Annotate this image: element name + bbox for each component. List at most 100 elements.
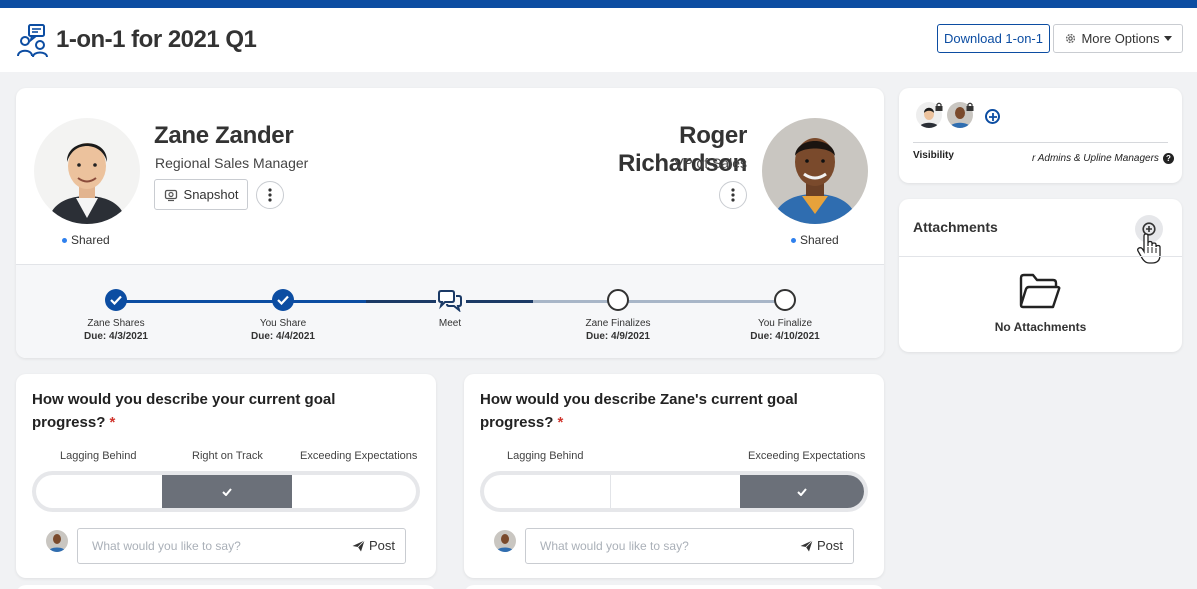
timeline-due: Due: 4/4/2021 [251,331,315,342]
employee-role: Regional Sales Manager [155,155,309,171]
question-card-employee: How would you describe Zane's current go… [464,374,884,578]
timeline-step-you-share [272,289,294,311]
gear-icon [1066,33,1076,44]
employee-shared-status: Shared [62,233,110,247]
help-icon[interactable]: ? [1162,153,1174,164]
commenter-avatar [46,530,68,552]
check-icon [222,487,232,496]
visibility-label: Visibility [913,150,954,161]
page-title: 1-on-1 for 2021 Q1 [56,26,257,53]
question-card-self: How would you describe your current goal… [16,374,436,578]
hand-cursor-icon [1137,233,1161,264]
comment-input[interactable]: What would you like to say? Post [525,528,854,564]
manager-shared-status: Shared [791,233,839,247]
manager-role: VP of Sales [674,155,747,171]
visibility-divider [913,142,1168,143]
timeline-step-you-finalize [774,289,796,311]
timeline-label: You Share [259,318,307,329]
caret-down-icon [1163,35,1172,41]
attachments-card: Attachments No Attachments [899,199,1182,352]
no-attachments-label: No Attachments [994,320,1087,334]
more-options-button[interactable]: More Options [1053,24,1183,53]
rating-option-exceeding[interactable] [292,475,416,508]
timeline-segment [126,300,296,303]
rating-option-label: Lagging Behind [60,450,137,462]
people-chat-icon [17,24,48,58]
timeline-segment [296,300,366,303]
progress-timeline: Zane Shares Due: 4/3/2021 You Share Due:… [16,264,884,358]
rating-selector [32,471,420,512]
check-icon [110,295,122,305]
timeline-label: Zane Shares [87,318,145,329]
rating-option-label: Exceeding Expectations [300,450,418,462]
commenter-avatar [494,530,516,552]
post-label: Post [368,538,395,553]
visibility-card: Visibility r Admins & Upline Managers ? [899,88,1182,183]
question-text: How would you describe your current goal… [32,391,336,431]
rating-option-exceeding[interactable] [740,475,864,508]
timeline-due: Due: 4/9/2021 [586,331,650,342]
snapshot-button[interactable]: Snapshot [154,179,248,210]
check-icon [277,295,289,305]
lock-icon [966,102,974,111]
manager-avatar [762,118,868,224]
add-participant-button[interactable] [985,109,1000,124]
question-text: How would you describe Zane's current go… [480,391,798,431]
required-mark: * [557,414,564,431]
timeline-step-zane-shares [105,289,127,311]
participants-card: Shared Zane Zander Regional Sales Manage… [16,88,884,358]
shared-dot [62,237,67,243]
attachments-title: Attachments [913,219,998,235]
chat-bubbles-icon [438,290,462,312]
folder-icon [1019,273,1061,309]
question-title: How would you describe your current goal… [32,388,392,434]
manager-status-label: Shared [800,233,839,247]
comment-placeholder: What would you like to say? [540,539,689,553]
timeline-label: You Finalize [757,318,813,329]
comment-placeholder: What would you like to say? [92,539,241,553]
timeline-label: Zane Finalizes [585,318,651,329]
rating-option-lagging[interactable] [36,475,162,508]
plus-circle-icon [988,112,997,121]
employee-more-button[interactable] [256,181,284,209]
visibility-scope: r Admins & Upline Managers [1032,153,1159,164]
timeline-due: Due: 4/3/2021 [84,331,148,342]
rating-option-on-track[interactable] [162,475,292,508]
shared-dot [791,237,796,243]
required-mark: * [109,414,116,431]
snapshot-icon [164,189,177,201]
timeline-due: Due: 4/10/2021 [750,331,820,342]
attachments-divider [899,256,1182,257]
page-header: 1-on-1 for 2021 Q1 Download 1-on-1 More … [0,8,1197,72]
rating-option-lagging[interactable] [484,475,610,508]
post-label: Post [816,538,843,553]
rating-selector [480,471,868,512]
timeline-segment [466,300,533,303]
post-button[interactable]: Post [800,538,843,553]
timeline-label: Meet [438,318,462,329]
visibility-value: r Admins & Upline Managers ? [1032,153,1174,164]
rating-option-label: Exceeding Expectations [748,450,866,462]
brand-top-bar [0,0,1197,8]
rating-option-on-track[interactable] [611,475,740,508]
timeline-segment [533,300,618,303]
kebab-icon [268,188,272,202]
employee-avatar [34,118,140,224]
timeline-segment [628,300,786,303]
snapshot-label: Snapshot [183,187,239,202]
paper-plane-icon [352,539,365,551]
kebab-icon [731,188,735,202]
timeline-step-zane-finalizes [607,289,629,311]
manager-more-button[interactable] [719,181,747,209]
next-card-edge [16,585,436,589]
employee-status-label: Shared [71,233,110,247]
next-card-edge [464,585,884,589]
employee-name: Zane Zander [154,122,294,149]
download-button[interactable]: Download 1-on-1 [937,24,1050,53]
paper-plane-icon [800,539,813,551]
comment-input[interactable]: What would you like to say? Post [77,528,406,564]
check-icon [797,487,807,496]
post-button[interactable]: Post [352,538,395,553]
rating-option-label: Lagging Behind [507,450,584,462]
more-options-label: More Options [1081,31,1160,46]
